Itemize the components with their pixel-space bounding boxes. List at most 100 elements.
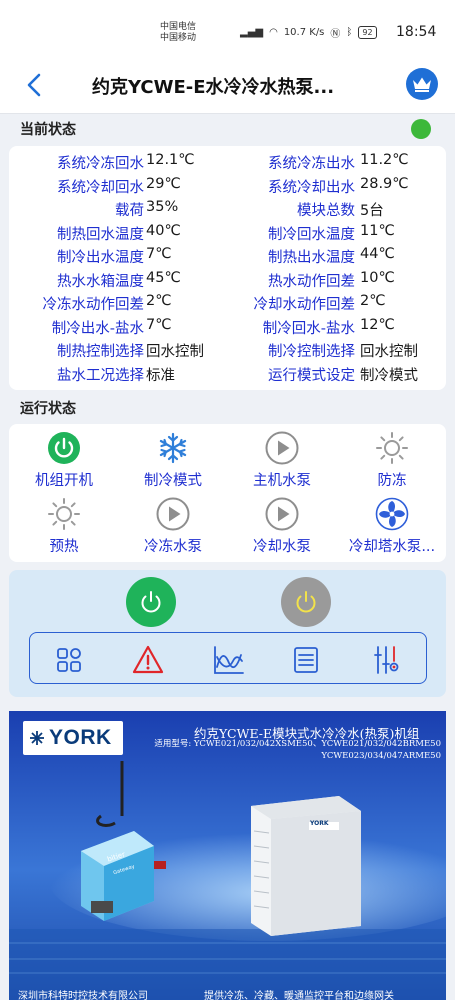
bluetooth-icon: ᛒ bbox=[346, 27, 353, 38]
settings-sliders-icon bbox=[374, 646, 399, 674]
param-value: 45℃ bbox=[146, 269, 181, 286]
page-title: 约克YCWE-E水冷冷水热泵... bbox=[92, 77, 335, 98]
wifi-icon: ◠ bbox=[269, 27, 278, 38]
run-status-label: 冷冻水泵 bbox=[144, 539, 202, 555]
param-row: 系统冷冻回水 12.1℃ 系统冷冻出水 11.2℃ bbox=[9, 152, 446, 175]
banner-models-line2: YCWE023/034/047ARME50 bbox=[321, 751, 441, 761]
param-row: 系统冷却回水 29℃ 系统冷却出水 28.9℃ bbox=[9, 176, 446, 199]
param-label: 制冷回水温度 bbox=[268, 226, 355, 243]
param-value: 7℃ bbox=[146, 246, 172, 262]
param-label: 系统冷冻回水 bbox=[57, 156, 144, 172]
product-banner: YORK 约克YCWE-E模块式水冷冷水(热泵)机组 适用型号: YCWE021… bbox=[9, 711, 446, 1000]
run-status-item-antifreeze[interactable]: 防冻 bbox=[337, 431, 447, 490]
param-value: 2℃ bbox=[360, 293, 386, 309]
run-status-item-cooling-mode[interactable]: 制冷模式 bbox=[118, 431, 228, 490]
york-brand-text: YORK bbox=[49, 726, 112, 749]
param-value: 12.1℃ bbox=[146, 152, 195, 168]
run-status-label: 机组开机 bbox=[35, 473, 93, 489]
param-label: 运行模式设定 bbox=[268, 367, 355, 384]
run-status-item-preheat[interactable]: 预热 bbox=[9, 497, 119, 556]
param-label: 制热出水温度 bbox=[268, 250, 355, 266]
snowflake-icon bbox=[159, 432, 187, 464]
param-value: 回水控制 bbox=[360, 344, 418, 360]
alarm-button[interactable] bbox=[131, 643, 165, 677]
overview-button[interactable] bbox=[52, 643, 86, 677]
power-icon bbox=[296, 591, 316, 613]
run-status-label: 制冷模式 bbox=[144, 473, 202, 489]
chart-icon bbox=[214, 646, 244, 674]
param-label: 系统冷冻出水 bbox=[268, 156, 355, 172]
param-value: 40℃ bbox=[146, 222, 181, 239]
param-row: 载荷 35% 模块总数 5台 bbox=[9, 199, 446, 222]
power-on-button[interactable] bbox=[126, 577, 176, 627]
param-value: 7℃ bbox=[146, 316, 172, 333]
company-name: 深圳市科特时控技术有限公司 bbox=[18, 991, 148, 1000]
run-status-item-main-pump[interactable]: 主机水泵 bbox=[227, 431, 337, 490]
crown-icon bbox=[413, 77, 431, 92]
run-status-item-unit-on[interactable]: 机组开机 bbox=[9, 431, 119, 490]
play-icon bbox=[156, 497, 190, 531]
param-value: 12℃ bbox=[360, 316, 395, 333]
carrier-2: 中国移动 bbox=[160, 33, 197, 43]
chiller-unit-image bbox=[251, 796, 361, 936]
carrier-1: 中国电信 bbox=[160, 22, 197, 32]
param-label: 冷却水动作回差 bbox=[253, 297, 356, 313]
nfc-icon: Ⓝ bbox=[330, 29, 341, 40]
unit-badge-text: YORK bbox=[310, 820, 329, 827]
param-row: 制冷出水-盐水 7℃ 制冷回水-盐水 12℃ bbox=[9, 317, 446, 340]
run-status-label: 预热 bbox=[49, 539, 79, 555]
clock: 18:54 bbox=[396, 24, 437, 40]
carrier-info: 中国电信 中国移动 bbox=[160, 22, 196, 44]
settings-button[interactable] bbox=[369, 643, 403, 677]
param-label: 系统冷却出水 bbox=[268, 179, 355, 196]
vip-button[interactable] bbox=[406, 68, 438, 100]
param-value: 29℃ bbox=[146, 175, 181, 192]
sun-icon bbox=[48, 498, 80, 530]
current-status-card: 系统冷冻回水 12.1℃ 系统冷冻出水 11.2℃ 系统冷却回水 29℃ 系统冷… bbox=[9, 146, 446, 390]
records-button[interactable] bbox=[289, 643, 323, 677]
power-off-button[interactable] bbox=[281, 577, 331, 627]
status-icons: ▂▄▆ ◠ 10.7 K/s Ⓝ ᛒ 92 bbox=[240, 25, 377, 40]
company-slogan: 提供冷冻、冷藏、暖通监控平台和边缘网关 bbox=[204, 991, 394, 1000]
fan-icon bbox=[375, 497, 409, 531]
header-bar: 约克YCWE-E水冷冷水热泵... bbox=[0, 56, 455, 114]
param-value: 标准 bbox=[146, 367, 175, 384]
param-value: 10℃ bbox=[360, 269, 395, 286]
param-label: 制冷控制选择 bbox=[268, 344, 355, 360]
status-bar: 中国电信 中国移动 ▂▄▆ ◠ 10.7 K/s Ⓝ ᛒ 92 18:54 bbox=[0, 0, 455, 56]
signal-icon: ▂▄▆ bbox=[240, 27, 264, 38]
grid-icon bbox=[57, 648, 81, 672]
param-value: 回水控制 bbox=[146, 344, 204, 360]
param-value: 2℃ bbox=[146, 293, 172, 309]
current-status-title: 当前状态 bbox=[20, 122, 76, 138]
param-label: 盐水工况选择 bbox=[57, 367, 144, 384]
power-icon bbox=[141, 591, 161, 613]
run-status-item-cooling-tower-pump[interactable]: 冷却塔水泵... bbox=[337, 497, 447, 556]
param-row: 制热回水温度 40℃ 制冷回水温度 11℃ bbox=[9, 223, 446, 246]
run-status-card: 机组开机 制冷模式 主机水泵 防冻 预热 冷冻水泵 冷却水泵 冷却塔水泵... bbox=[9, 424, 446, 562]
back-button[interactable] bbox=[20, 70, 50, 100]
param-label: 载荷 bbox=[115, 203, 144, 219]
run-status-item-chilled-water-pump[interactable]: 冷冻水泵 bbox=[118, 497, 228, 556]
trend-chart-button[interactable] bbox=[211, 643, 245, 677]
param-label: 系统冷却回水 bbox=[57, 179, 144, 196]
param-row: 制冷出水温度 7℃ 制热出水温度 44℃ bbox=[9, 246, 446, 269]
run-status-label: 冷却塔水泵... bbox=[348, 539, 436, 555]
param-label: 制冷出水温度 bbox=[57, 250, 144, 266]
param-value: 5台 bbox=[360, 203, 384, 219]
banner-models-line1: 适用型号: YCWE021/032/042XSME50、YCWE021/032/… bbox=[154, 739, 441, 749]
param-label: 制冷出水-盐水 bbox=[51, 320, 144, 337]
param-label: 冷冻水动作回差 bbox=[42, 297, 145, 313]
param-label: 模块总数 bbox=[297, 203, 355, 219]
run-status-item-cooling-water-pump[interactable]: 冷却水泵 bbox=[227, 497, 337, 556]
param-value: 28.9℃ bbox=[360, 175, 409, 192]
param-label: 热水动作回差 bbox=[268, 273, 355, 290]
battery-icon: 92 bbox=[358, 26, 377, 39]
param-label: 制热控制选择 bbox=[57, 344, 144, 360]
param-value: 35% bbox=[146, 199, 179, 215]
power-icon bbox=[48, 432, 80, 464]
run-status-label: 防冻 bbox=[377, 473, 407, 489]
play-icon bbox=[265, 497, 299, 531]
param-row: 热水水箱温度 45℃ 热水动作回差 10℃ bbox=[9, 270, 446, 293]
run-status-label: 冷却水泵 bbox=[253, 539, 311, 555]
